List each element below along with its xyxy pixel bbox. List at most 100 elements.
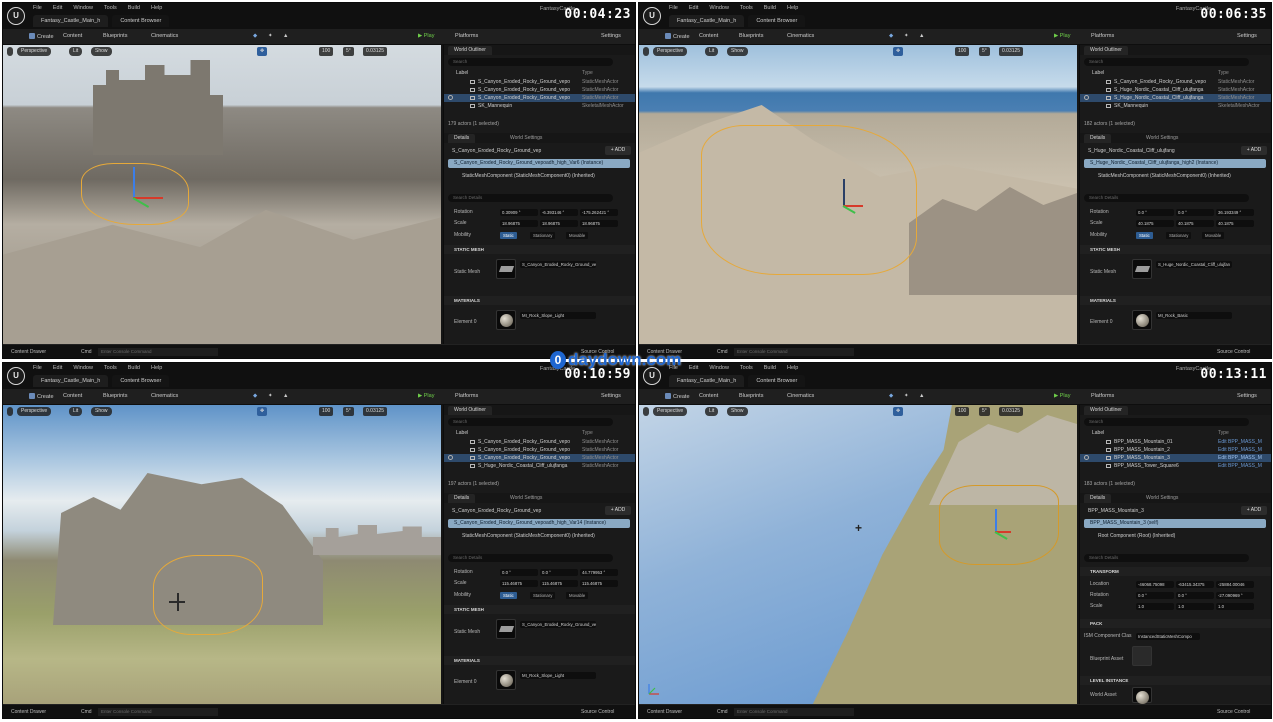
create-button[interactable]: Create <box>665 33 690 40</box>
perspective-button[interactable]: Perspective <box>17 47 52 56</box>
static-mesh-picker[interactable]: S_Canyon_Eroded_Rocky_Ground_ve <box>520 261 596 268</box>
content-button[interactable]: Content <box>63 33 82 39</box>
cmd-button[interactable]: Cmd <box>717 349 728 355</box>
menu-help[interactable]: Help <box>787 5 798 11</box>
outliner-row-selected[interactable]: S_Huge_Nordic_Coastal_Cliff_ulujfanga Sta… <box>1080 94 1271 102</box>
select-mode-icon[interactable]: ◆ <box>889 33 893 39</box>
rotation-snap[interactable]: 5° <box>343 47 354 56</box>
mobility-stationary[interactable]: Stationary <box>530 232 556 239</box>
outliner-row[interactable]: S_Canyon_Eroded_Rocky_Ground_vepo StaticM… <box>444 438 635 446</box>
create-button[interactable]: Create <box>29 33 54 40</box>
outliner-row[interactable]: S_Huge_Nordic_Coastal_Cliff_ulujfanga Sta… <box>444 462 635 470</box>
content-button[interactable]: Content <box>63 393 82 399</box>
foliage-mode-icon[interactable]: ▲ <box>919 33 924 39</box>
outliner-row-selected[interactable]: S_Canyon_Eroded_Rocky_Ground_vepo StaticM… <box>444 454 635 462</box>
world-outliner-tab[interactable]: World Outliner <box>448 406 492 415</box>
add-component-button[interactable]: + ADD <box>1241 506 1267 515</box>
static-mesh-section[interactable]: STATIC MESH <box>444 245 635 254</box>
landscape-mode-icon[interactable]: ✦ <box>268 33 273 39</box>
component-instance[interactable]: S_Huge_Nordic_Coastal_Cliff_ulujfanga_hi… <box>1084 159 1266 168</box>
column-label[interactable]: Label <box>1092 69 1104 77</box>
content-drawer-button[interactable]: Content Drawer <box>11 709 46 715</box>
rotation-z[interactable]: 36.193349 ° <box>1216 209 1254 216</box>
rotation-y[interactable]: 0.0 ° <box>540 569 578 576</box>
console-input[interactable]: Enter Console Command <box>734 348 854 356</box>
perspective-button[interactable]: Perspective <box>653 47 688 56</box>
platforms-button[interactable]: Platforms <box>1091 33 1114 39</box>
level-instance-section[interactable]: LEVEL INSTANCE <box>1080 676 1271 685</box>
mobility-stationary[interactable]: Stationary <box>530 592 556 599</box>
scale-x[interactable]: 115.46875 <box>500 580 538 587</box>
world-outliner-tab[interactable]: World Outliner <box>448 46 492 55</box>
outliner-search[interactable]: Search <box>448 418 613 426</box>
column-type[interactable]: Type <box>1218 69 1229 77</box>
static-mesh-thumbnail[interactable] <box>496 619 516 639</box>
outliner-row[interactable]: S_Canyon_Eroded_Rocky_Ground_vepo StaticM… <box>444 446 635 454</box>
scale-z[interactable]: 40.1875 <box>1216 220 1254 227</box>
settings-button[interactable]: Settings <box>601 393 621 399</box>
menu-build[interactable]: Build <box>128 365 140 371</box>
rotation-z[interactable]: 44.779953 ° <box>580 569 618 576</box>
rotation-snap[interactable]: 5° <box>343 407 354 416</box>
select-tool-icon[interactable]: ✥ <box>893 47 904 56</box>
lit-button[interactable]: Lit <box>705 47 719 56</box>
world-settings-tab[interactable]: World Settings <box>504 134 548 143</box>
rotation-x[interactable]: 0.0 ° <box>1136 209 1174 216</box>
menu-help[interactable]: Help <box>151 365 162 371</box>
gizmo-x-axis[interactable] <box>169 601 185 603</box>
material-picker[interactable]: MI_Rock_Basic <box>1156 312 1232 319</box>
settings-button[interactable]: Settings <box>1237 33 1257 39</box>
column-label[interactable]: Label <box>456 69 468 77</box>
menu-help[interactable]: Help <box>151 5 162 11</box>
content-browser-tab[interactable]: Content Browser <box>748 375 806 387</box>
world-settings-tab[interactable]: World Settings <box>1140 134 1184 143</box>
rotation-snap[interactable]: 5° <box>979 47 990 56</box>
rotation-y[interactable]: -6.393146 ° <box>540 209 578 216</box>
cinematics-button[interactable]: Cinematics <box>151 393 178 399</box>
outliner-row[interactable]: S_Canyon_Eroded_Rocky_Ground_vepo StaticM… <box>1080 78 1271 86</box>
menu-build[interactable]: Build <box>128 5 140 11</box>
location-z[interactable]: -25884.00046 <box>1216 581 1254 588</box>
blueprints-button[interactable]: Blueprints <box>103 393 127 399</box>
menu-window[interactable]: Window <box>709 5 729 11</box>
blueprints-button[interactable]: Blueprints <box>739 393 763 399</box>
static-mesh-thumbnail[interactable] <box>1132 259 1152 279</box>
world-asset-thumbnail[interactable] <box>1132 687 1152 704</box>
lit-button[interactable]: Lit <box>705 407 719 416</box>
world-outliner-tab[interactable]: World Outliner <box>1084 406 1128 415</box>
visibility-eye-icon[interactable] <box>1084 95 1089 100</box>
content-drawer-button[interactable]: Content Drawer <box>647 709 682 715</box>
content-browser-tab[interactable]: Content Browser <box>112 15 170 27</box>
menu-help[interactable]: Help <box>787 365 798 371</box>
world-settings-tab[interactable]: World Settings <box>1140 494 1184 503</box>
menu-file[interactable]: File <box>33 365 42 371</box>
component-item[interactable]: StaticMeshComponent (StaticMeshComponent… <box>1084 172 1266 181</box>
scale-y[interactable]: 115.46875 <box>540 580 578 587</box>
landscape-mode-icon[interactable]: ✦ <box>904 33 909 39</box>
perspective-button[interactable]: Perspective <box>17 407 52 416</box>
show-button[interactable]: Show <box>91 47 112 56</box>
outliner-row[interactable]: SK_Mannequin SkeletalMeshActor <box>444 102 635 110</box>
cinematics-button[interactable]: Cinematics <box>787 33 814 39</box>
grid-size[interactable]: 100 <box>955 47 970 56</box>
menu-tools[interactable]: Tools <box>740 365 753 371</box>
scale-x[interactable]: 1.0 <box>1136 603 1174 610</box>
show-button[interactable]: Show <box>727 47 748 56</box>
materials-section[interactable]: MATERIALS <box>444 296 635 305</box>
details-tab[interactable]: Details <box>448 134 476 143</box>
menu-window[interactable]: Window <box>73 365 93 371</box>
visibility-eye-icon[interactable] <box>448 95 453 100</box>
rotation-x[interactable]: 0.30909 ° <box>500 209 538 216</box>
scale-x[interactable]: 18.96875 <box>500 220 538 227</box>
select-tool-icon[interactable]: ✥ <box>893 407 904 416</box>
mobility-movable[interactable]: Movable <box>566 232 589 239</box>
scale-z[interactable]: 115.46875 <box>580 580 618 587</box>
select-mode-icon[interactable]: ◆ <box>253 393 257 399</box>
console-input[interactable]: Enter Console Command <box>98 708 218 716</box>
mobility-movable[interactable]: Movable <box>566 592 589 599</box>
component-instance[interactable]: BPP_MASS_Mountain_3 (self) <box>1084 519 1266 528</box>
create-button[interactable]: Create <box>29 393 54 400</box>
grid-size[interactable]: 100 <box>319 407 334 416</box>
cmd-button[interactable]: Cmd <box>717 709 728 715</box>
outliner-row-selected[interactable]: S_Canyon_Eroded_Rocky_Ground_vepo StaticM… <box>444 94 635 102</box>
